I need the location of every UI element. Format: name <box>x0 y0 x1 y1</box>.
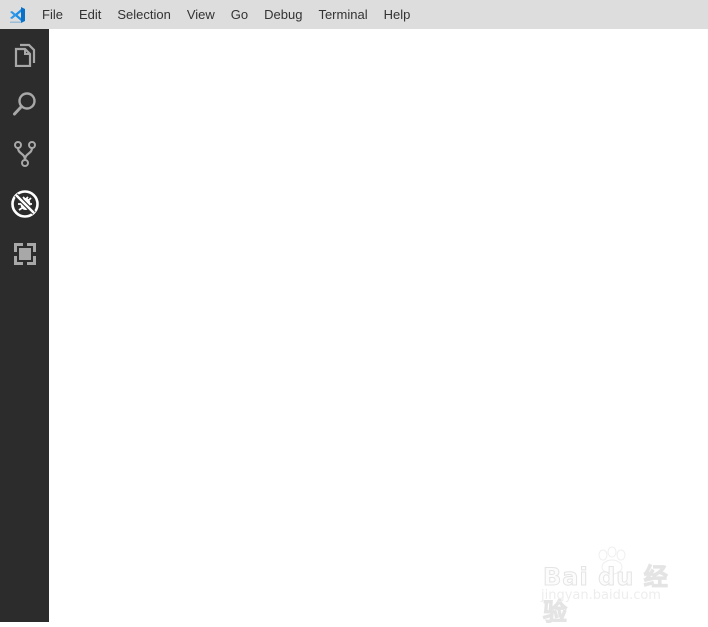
menu-view[interactable]: View <box>179 0 223 29</box>
activity-source-control[interactable] <box>0 129 49 179</box>
search-icon <box>12 92 36 116</box>
watermark: Bai du 经验 jingyan.baidu.com <box>541 545 671 627</box>
menu-bar: File Edit Selection View Go Debug Termin… <box>34 0 418 29</box>
activity-extensions[interactable] <box>0 229 49 279</box>
activity-search[interactable] <box>0 79 49 129</box>
menu-file[interactable]: File <box>34 0 71 29</box>
menu-debug[interactable]: Debug <box>256 0 310 29</box>
title-bar: File Edit Selection View Go Debug Termin… <box>0 0 708 29</box>
menu-selection[interactable]: Selection <box>109 0 178 29</box>
source-control-icon <box>13 141 36 167</box>
activity-debug[interactable] <box>0 179 49 229</box>
extensions-icon <box>13 243 36 265</box>
explorer-icon <box>14 43 35 67</box>
activity-bar <box>0 29 49 622</box>
debug-icon <box>10 190 39 218</box>
menu-terminal[interactable]: Terminal <box>310 0 375 29</box>
watermark-url: jingyan.baidu.com <box>541 588 661 603</box>
activity-explorer[interactable] <box>0 29 49 79</box>
vscode-logo-icon <box>0 0 34 29</box>
menu-edit[interactable]: Edit <box>71 0 109 29</box>
menu-help[interactable]: Help <box>376 0 419 29</box>
editor-area[interactable] <box>49 29 708 622</box>
menu-go[interactable]: Go <box>223 0 256 29</box>
